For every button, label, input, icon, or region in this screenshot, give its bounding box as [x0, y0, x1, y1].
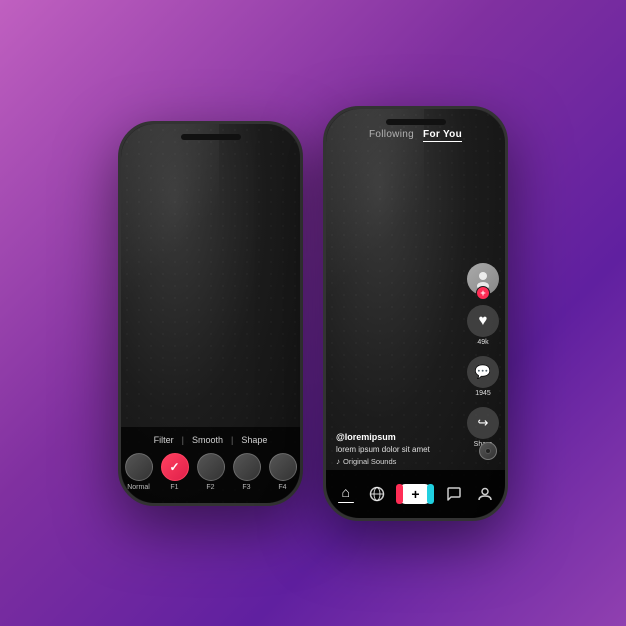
- tiktok-actions-panel: + ♥ 49k 💬 1945: [467, 263, 499, 448]
- filter-f3-label: F3: [242, 484, 250, 491]
- home-icon: ⌂: [341, 484, 349, 500]
- share-action: ↪ Share: [467, 407, 499, 448]
- phone-left-notch: [181, 134, 241, 140]
- smooth-label: Smooth: [192, 435, 223, 445]
- filter-normal-circle[interactable]: [125, 453, 153, 481]
- tiktok-post-info: @loremipsum lorem ipsum dolor sit amet ♪…: [336, 432, 457, 466]
- phone-right: Following For You +: [323, 106, 508, 521]
- checkmark-icon: ✓: [169, 460, 179, 474]
- post-description: lorem ipsum dolor sit amet: [336, 445, 457, 454]
- filter-f1-wrap: ✓ F1: [161, 453, 189, 491]
- nav-add[interactable]: +: [400, 484, 430, 504]
- nav-messages[interactable]: [446, 486, 462, 502]
- filter-label-row: Filter | Smooth | Shape: [127, 435, 294, 445]
- heart-icon: ♥: [479, 312, 488, 329]
- post-username[interactable]: @loremipsum: [336, 432, 457, 442]
- divider-2: |: [231, 435, 233, 445]
- divider-1: |: [182, 435, 184, 445]
- comment-icon-wrap[interactable]: 💬: [467, 356, 499, 388]
- filter-normal-label: Normal: [127, 484, 150, 491]
- filter-label: Filter: [154, 435, 174, 445]
- filter-f3-circle[interactable]: [233, 453, 261, 481]
- filter-f1-circle[interactable]: ✓: [161, 453, 189, 481]
- phone-right-notch: [386, 119, 446, 125]
- share-icon: ↪: [478, 415, 489, 431]
- messages-icon: [446, 486, 462, 502]
- explore-icon: [369, 486, 385, 502]
- phones-container: Filter | Smooth | Shape Normal ✓: [118, 106, 508, 521]
- following-tab[interactable]: Following: [369, 129, 414, 140]
- filter-f2-wrap: F2: [197, 453, 225, 491]
- like-action: ♥ 49k: [467, 305, 499, 346]
- filter-circles-row: Normal ✓ F1 F2: [127, 453, 294, 491]
- foryou-tab[interactable]: For You: [423, 129, 462, 142]
- filter-f4-label: F4: [278, 484, 286, 491]
- tiktok-top-nav: Following For You: [326, 129, 505, 140]
- avatar-action: +: [467, 263, 499, 295]
- music-note-icon: ♪: [336, 457, 340, 466]
- phone-right-screen: Following For You +: [326, 109, 505, 518]
- share-icon-wrap[interactable]: ↪: [467, 407, 499, 439]
- comment-action: 💬 1945: [467, 356, 499, 397]
- home-active-indicator: [338, 502, 354, 504]
- profile-icon: [477, 486, 493, 502]
- phone-left: Filter | Smooth | Shape Normal ✓: [118, 121, 303, 506]
- filter-f3-wrap: F3: [233, 453, 261, 491]
- disc-inner-circle: [485, 448, 491, 454]
- nav-text: Following For You: [369, 129, 462, 140]
- shape-label: Shape: [241, 435, 267, 445]
- comments-count: 1945: [475, 390, 491, 397]
- comment-icon: 💬: [475, 364, 491, 380]
- likes-count: 49k: [477, 339, 488, 346]
- nav-profile[interactable]: [477, 486, 493, 502]
- filter-f2-circle[interactable]: [197, 453, 225, 481]
- camera-controls: Filter | Smooth | Shape Normal ✓: [121, 427, 300, 503]
- nav-home[interactable]: ⌂: [338, 484, 354, 504]
- filter-f1-label: F1: [170, 484, 178, 491]
- filter-normal-wrap: Normal: [125, 453, 153, 491]
- sound-name[interactable]: Original Sounds: [343, 457, 396, 466]
- like-icon-wrap[interactable]: ♥: [467, 305, 499, 337]
- post-sound: ♪ Original Sounds: [336, 457, 457, 466]
- tiktok-bottom-nav: ⌂ +: [326, 470, 505, 518]
- add-button[interactable]: +: [400, 484, 430, 504]
- nav-explore[interactable]: [369, 486, 385, 502]
- avatar-follow-plus[interactable]: +: [476, 286, 490, 300]
- add-icon: +: [411, 486, 419, 502]
- filter-f4-wrap: F4: [269, 453, 297, 491]
- avatar-icon-wrap[interactable]: +: [467, 263, 499, 295]
- filter-f4-circle[interactable]: [269, 453, 297, 481]
- phone-left-screen: Filter | Smooth | Shape Normal ✓: [121, 124, 300, 503]
- sound-disc-icon: [479, 442, 497, 460]
- filter-f2-label: F2: [206, 484, 214, 491]
